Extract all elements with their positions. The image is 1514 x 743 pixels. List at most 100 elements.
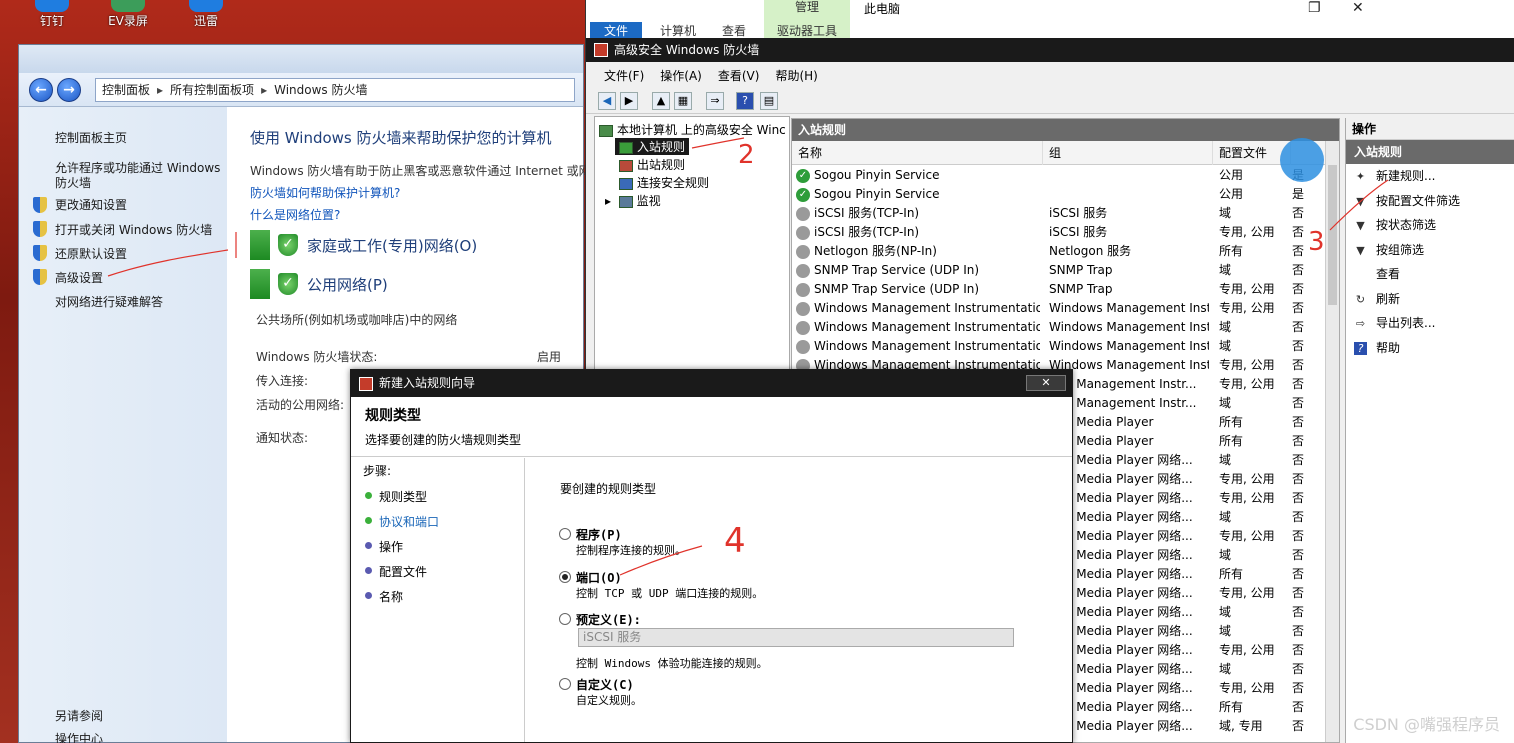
help-icon[interactable]: ? (736, 92, 754, 110)
desktop-icon-xunlei[interactable]: 迅雷 (176, 0, 236, 29)
action-7[interactable]: ? 帮助 (1346, 336, 1514, 361)
breadcrumb[interactable]: 控制面板 ▸ 所有控制面板项 ▸ Windows 防火墙 (95, 77, 575, 102)
menu-action[interactable]: 操作(A) (660, 67, 702, 84)
sidebar-link-toggle-firewall[interactable]: 打开或关闭 Windows 防火墙 (55, 221, 212, 238)
table-row[interactable]: ✓ Sogou Pinyin Service 公用 是 (792, 185, 1325, 204)
show-hide-tree-icon[interactable]: ▦ (674, 92, 692, 110)
rule-profile-cell: 域 (1219, 339, 1232, 353)
table-row[interactable]: Windows Management Instrumentation ... Wi… (792, 299, 1325, 318)
action-5[interactable]: ↻ 刷新 (1346, 287, 1514, 312)
outbound-rules-icon (619, 159, 633, 172)
option-label: 端口(O) (576, 571, 622, 585)
forward-arrow-icon[interactable]: → (57, 77, 81, 102)
rule-profile-cell: 所有 (1219, 434, 1244, 448)
action-6[interactable]: ⇨ 导出列表... (1346, 311, 1514, 336)
action-label: 按组筛选 (1376, 242, 1425, 257)
breadcrumb-item[interactable]: 所有控制面板项 (170, 81, 254, 98)
menu-help[interactable]: 帮助(H) (775, 67, 817, 84)
column-profile[interactable]: 配置文件 (1213, 141, 1291, 165)
inbound-rules-icon (619, 141, 633, 154)
rule-profile-cell: 专用, 公用 (1219, 358, 1275, 372)
firewall-tree-icon (599, 124, 613, 137)
action-3[interactable]: ▼ 按组筛选 (1346, 238, 1514, 263)
firewall-app-icon (359, 377, 373, 391)
properties-icon[interactable]: ▤ (760, 92, 778, 110)
table-row[interactable]: SNMP Trap Service (UDP In) SNMP Trap 专用, 公… (792, 280, 1325, 299)
rule-enabled-cell: 否 (1292, 453, 1305, 467)
back-arrow-icon[interactable]: ← (29, 77, 53, 102)
rule-name-cell: ✓ Sogou Pinyin Service (796, 185, 1040, 204)
menu-view[interactable]: 查看(V) (718, 67, 760, 84)
column-enabled[interactable] (1291, 141, 1327, 165)
sidebar-link-advanced-settings[interactable]: 高级设置 (55, 269, 103, 286)
rule-group-cell: ows Media Player 网络... (1049, 529, 1193, 543)
rule-profile-cell: 专用, 公用 (1219, 491, 1275, 505)
rule-group-cell: ows Media Player 网络... (1049, 643, 1193, 657)
manage-tab-group[interactable]: 管理 驱动器工具 (764, 0, 850, 38)
rule-group-cell: ows Media Player 网络... (1049, 662, 1193, 676)
action-0[interactable]: ✦ 新建规则... (1346, 164, 1514, 189)
tree-root[interactable]: 本地计算机 上的高级安全 Winc (599, 121, 786, 138)
table-row[interactable]: iSCSI 服务(TCP-In) iSCSI 服务 域 否 (792, 204, 1325, 223)
up-folder-icon[interactable]: ▲ (652, 92, 670, 110)
maximize-icon[interactable]: ❐ (1308, 0, 1321, 16)
breadcrumb-item[interactable]: Windows 防火墙 (274, 81, 367, 98)
radio-predefined[interactable] (559, 613, 571, 625)
radio-program[interactable] (559, 528, 571, 540)
desktop-icon-ev-recorder[interactable]: EV录屏 (98, 0, 158, 29)
tab-file[interactable]: 文件 (590, 22, 643, 38)
breadcrumb-item[interactable]: 控制面板 (102, 81, 150, 98)
desktop-icon-dingtalk[interactable]: 钉钉 (22, 0, 82, 29)
export-icon[interactable]: ⇒ (706, 92, 724, 110)
menu-file[interactable]: 文件(F) (604, 67, 644, 84)
table-row[interactable]: ✓ Sogou Pinyin Service 公用 是 (792, 166, 1325, 185)
network-public[interactable]: 公用网络(P) (307, 274, 388, 295)
table-row[interactable]: Windows Management Instrumentation ... Wi… (792, 337, 1325, 356)
rule-name-cell: Windows Management Instrumentation ... (796, 318, 1040, 337)
table-row[interactable]: Netlogon 服务(NP-In) Netlogon 服务 所有 否 (792, 242, 1325, 261)
close-icon[interactable]: ✕ (1026, 375, 1066, 391)
table-row[interactable]: Windows Management Instrumentation ... Wi… (792, 318, 1325, 337)
table-row[interactable]: iSCSI 服务(TCP-In) iSCSI 服务 专用, 公用 否 (792, 223, 1325, 242)
tree-item-inbound[interactable]: 入站规则 (615, 138, 690, 155)
help-link-protect[interactable]: 防火墙如何帮助保护计算机? (250, 184, 400, 201)
predefined-select[interactable]: iSCSI 服务 (578, 628, 1014, 647)
table-row[interactable]: SNMP Trap Service (UDP In) SNMP Trap 域 否 (792, 261, 1325, 280)
rule-group-cell: ows Media Player 网络... (1049, 491, 1193, 505)
sidebar-link-troubleshoot[interactable]: 对网络进行疑难解答 (55, 293, 163, 310)
tree-item-outbound[interactable]: 出站规则 (619, 156, 685, 173)
action-1[interactable]: ▼ 按配置文件筛选 (1346, 189, 1514, 214)
see-also-heading: 另请参阅 (55, 709, 104, 723)
sidebar-link-restore-defaults[interactable]: 还原默认设置 (55, 245, 127, 262)
close-icon[interactable]: ✕ (1352, 0, 1364, 16)
wizard-body: 要创建的规则类型 程序(P) 控制程序连接的规则。 端口(O) 控制 TCP 或… (525, 458, 1072, 742)
sidebar-link-home[interactable]: 控制面板主页 (55, 129, 127, 146)
list-scrollbar[interactable] (1325, 141, 1339, 742)
tree-item-connection-security[interactable]: 连接安全规则 (619, 174, 709, 191)
sidebar-link-allow-programs-2[interactable]: 防火墙 (55, 174, 91, 191)
scrollbar-thumb[interactable] (1328, 165, 1337, 305)
tab-drive-tools[interactable]: 驱动器工具 (764, 24, 850, 38)
help-link-network-location[interactable]: 什么是网络位置? (250, 206, 340, 223)
tree-item-monitor[interactable]: ▸ 监视 (605, 192, 661, 209)
new-rule-icon: ✦ (1355, 170, 1366, 183)
column-group[interactable]: 组 (1043, 141, 1213, 165)
column-name[interactable]: 名称 (792, 141, 1043, 165)
sidebar-link-action-center[interactable]: 操作中心 (55, 730, 103, 743)
forward-icon[interactable]: ▶ (620, 92, 638, 110)
back-icon[interactable]: ◀ (598, 92, 616, 110)
tab-view[interactable]: 查看 (708, 22, 760, 38)
expand-arrow-icon[interactable]: ▸ (605, 194, 619, 208)
sidebar-link-notifications[interactable]: 更改通知设置 (55, 196, 127, 213)
tab-computer[interactable]: 计算机 (646, 22, 710, 38)
rule-name-cell: ✓ Sogou Pinyin Service (796, 166, 1040, 185)
action-4[interactable]: 查看 (1346, 262, 1514, 287)
action-2[interactable]: ▼ 按状态筛选 (1346, 213, 1514, 238)
network-home-work[interactable]: 家庭或工作(专用)网络(O) (307, 235, 477, 256)
radio-custom[interactable] (559, 678, 571, 690)
control-panel-sidebar: 控制面板主页 允许程序或功能通过 Windows 防火墙 更改通知设置 打开或关… (19, 107, 227, 743)
rule-enabled-cell: 是 (1292, 168, 1305, 182)
radio-port[interactable] (559, 571, 571, 583)
disabled-rule-icon (796, 263, 810, 278)
rule-enabled-cell: 否 (1292, 510, 1305, 524)
